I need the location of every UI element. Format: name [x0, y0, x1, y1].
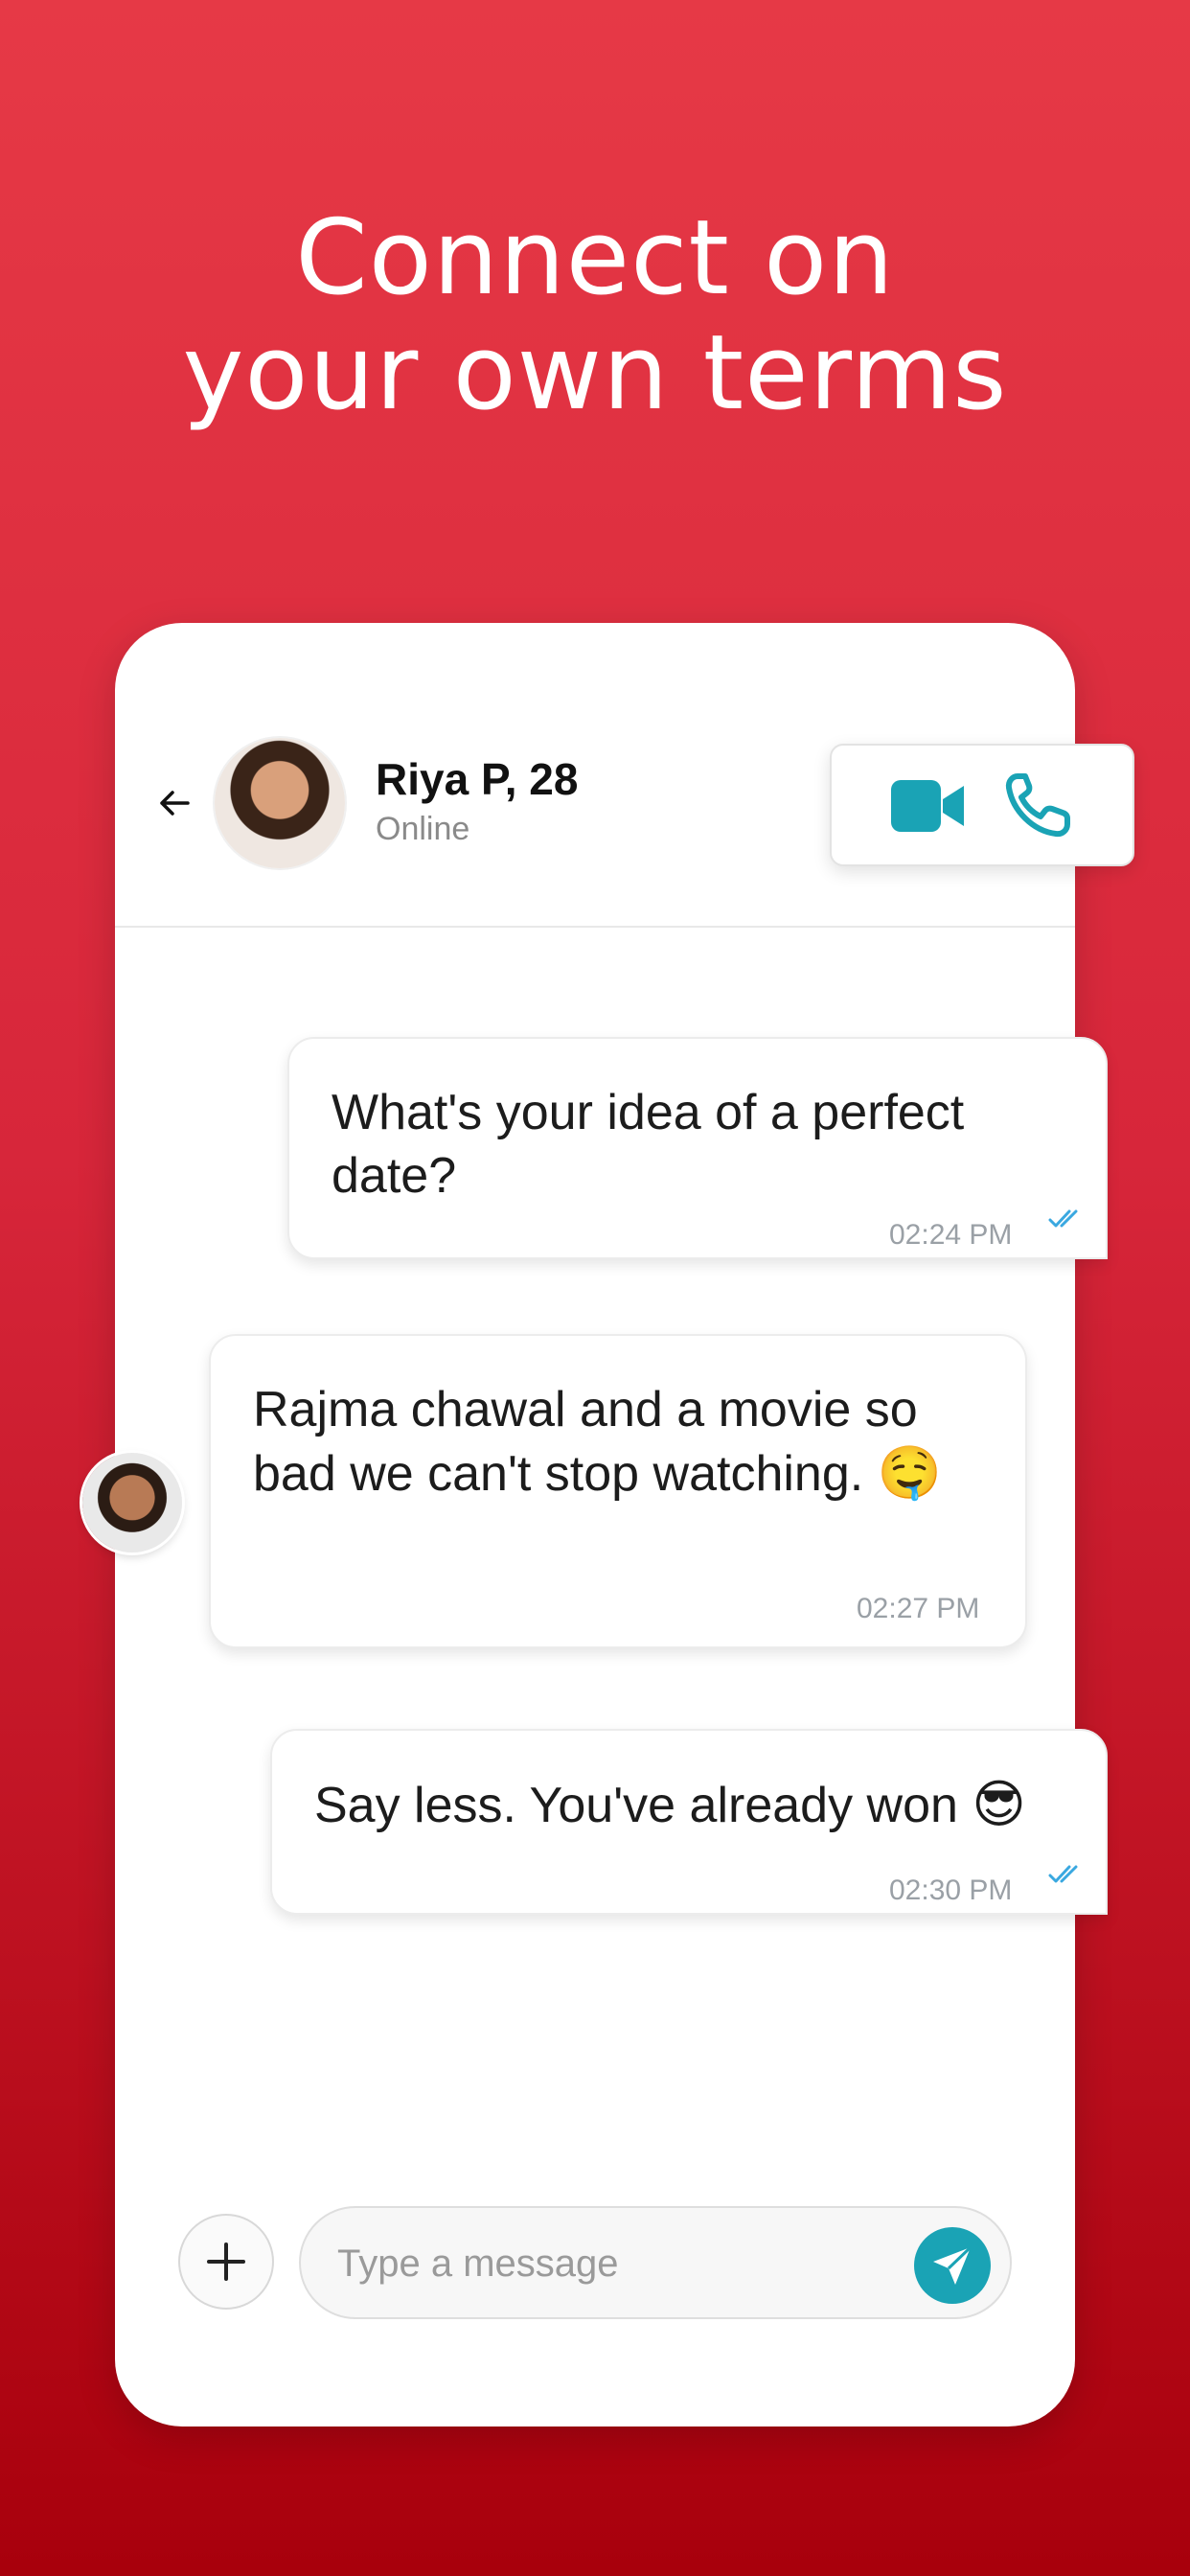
- sender-avatar[interactable]: [82, 1453, 182, 1552]
- headline-line-1: Connect on: [295, 198, 895, 318]
- sunglasses-face-emoji: 😎: [972, 1774, 1026, 1834]
- send-icon: [933, 2245, 973, 2285]
- headline-line-2: your own terms: [182, 313, 1008, 433]
- drooling-face-emoji: 🤤: [877, 1442, 942, 1503]
- contact-status: Online: [376, 811, 470, 847]
- plus-icon: [207, 2242, 245, 2281]
- arrow-left-icon[interactable]: [153, 782, 195, 824]
- chat-screen: Riya P, 28 Online What's your idea of a …: [82, 623, 1134, 2426]
- message-time: 02:24 PM: [889, 1219, 1013, 1251]
- message-incoming[interactable]: Rajma chawal and a movie so bad we can't…: [209, 1334, 1027, 1648]
- video-camera-icon[interactable]: [889, 778, 966, 834]
- phone-icon[interactable]: [1004, 772, 1073, 838]
- message-composer: [299, 2206, 1012, 2319]
- contact-name: Riya P, 28: [376, 754, 579, 804]
- send-button[interactable]: [914, 2227, 991, 2304]
- message-outgoing[interactable]: What's your idea of a perfect date? 02:2…: [287, 1037, 1108, 1259]
- contact-avatar[interactable]: [215, 738, 345, 868]
- double-check-icon: [1048, 1209, 1078, 1228]
- call-actions: [830, 744, 1134, 866]
- message-text: Say less. You've already won: [314, 1778, 958, 1833]
- message-time: 02:27 PM: [857, 1593, 980, 1624]
- chat-header: Riya P, 28 Online: [115, 623, 1134, 928]
- message-outgoing[interactable]: Say less. You've already won 😎 02:30 PM: [270, 1729, 1108, 1915]
- double-check-icon: [1048, 1865, 1078, 1883]
- message-text: What's your idea of a perfect date?: [332, 1085, 965, 1204]
- message-input[interactable]: [335, 2231, 876, 2296]
- headline: Connect on your own terms: [0, 201, 1190, 431]
- message-time: 02:30 PM: [889, 1874, 1013, 1906]
- add-attachment-button[interactable]: [178, 2214, 274, 2310]
- message-text: Rajma chawal and a movie so bad we can't…: [253, 1382, 918, 1502]
